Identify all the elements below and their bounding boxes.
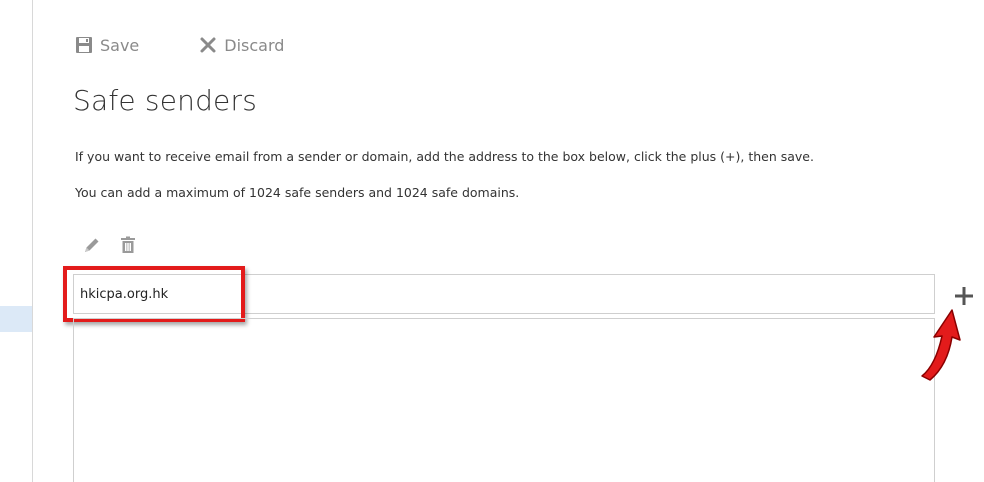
save-label: Save xyxy=(100,35,140,55)
toolbar: Save Discard xyxy=(75,33,284,57)
pencil-icon[interactable] xyxy=(82,235,102,255)
safe-sender-input[interactable] xyxy=(80,284,900,304)
floppy-disk-icon xyxy=(75,36,93,54)
discard-label: Discard xyxy=(224,35,285,55)
list-tools xyxy=(82,235,154,255)
page-title: Safe senders xyxy=(73,84,257,117)
x-icon xyxy=(199,36,217,54)
discard-button[interactable]: Discard xyxy=(199,36,284,55)
safe-senders-page: Save Discard Safe senders If you want to… xyxy=(0,0,984,482)
trash-icon[interactable] xyxy=(118,235,138,255)
plus-icon xyxy=(955,287,973,305)
safe-senders-list[interactable] xyxy=(73,318,935,482)
safe-sender-entry-box xyxy=(73,274,935,314)
left-panel-divider xyxy=(32,0,33,482)
left-nav-selected-item[interactable] xyxy=(0,306,32,332)
save-button[interactable]: Save xyxy=(75,36,139,55)
description-line-1: If you want to receive email from a send… xyxy=(75,149,814,164)
add-button[interactable] xyxy=(952,284,976,308)
description-line-2: You can add a maximum of 1024 safe sende… xyxy=(75,185,520,200)
